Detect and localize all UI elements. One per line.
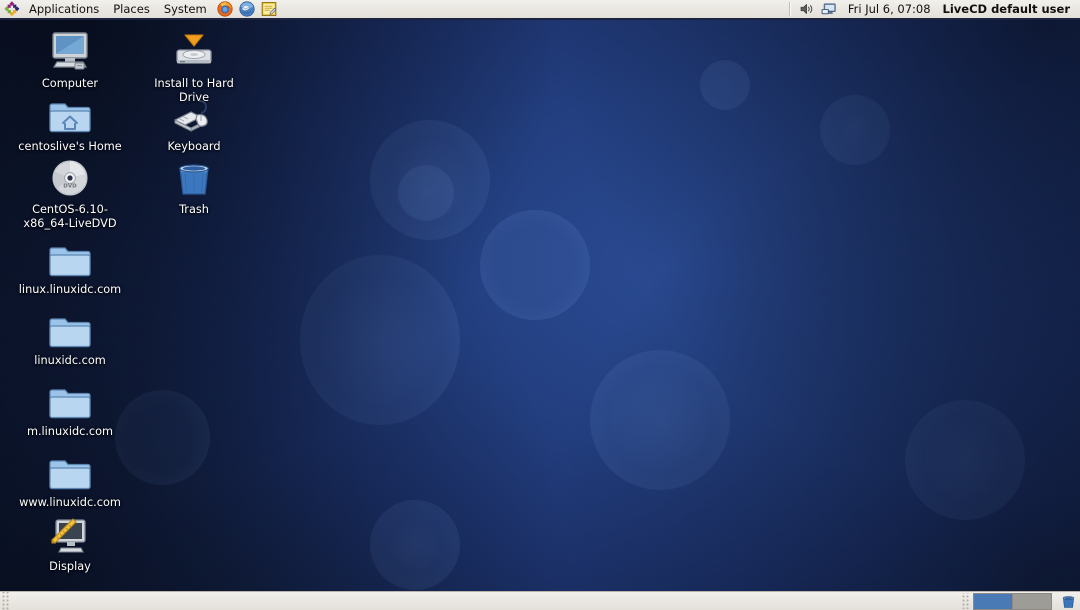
top-panel: Applications Places System Fri Jul 6, 07… (0, 0, 1080, 20)
desktop-icon-layer[interactable]: Computer Install to Hard Drive centosliv… (0, 20, 1080, 592)
desktop-icon-label: CentOS-6.10-x86_64-LiveDVD (23, 203, 117, 230)
display-settings-icon (18, 511, 122, 557)
computer-icon (18, 28, 122, 74)
desktop-icon-label: linux.linuxidc.com (18, 283, 122, 296)
workspace-1[interactable] (974, 593, 1012, 609)
folder-icon (18, 305, 122, 351)
centos-logo-icon[interactable] (3, 1, 21, 17)
desktop-icon-label: www.linuxidc.com (19, 496, 121, 509)
bottom-panel (0, 591, 1080, 610)
desktop-icon-home[interactable]: centoslive's Home (18, 91, 122, 154)
folder-icon (18, 376, 122, 422)
panel-separator (788, 2, 791, 16)
desktop-icon-label: centoslive's Home (18, 140, 122, 153)
trash-icon (142, 154, 246, 200)
clock[interactable]: Fri Jul 6, 07:08 (840, 0, 939, 18)
text-editor-icon[interactable] (259, 0, 279, 18)
firefox-icon[interactable] (215, 0, 235, 18)
desktop-icon-folder-linux-linuxidc[interactable]: linux.linuxidc.com (18, 234, 122, 297)
menu-system[interactable]: System (157, 0, 214, 18)
desktop-icon-keyboard[interactable]: Keyboard (142, 91, 246, 154)
top-panel-right: Fri Jul 6, 07:08 LiveCD default user (787, 0, 1080, 18)
keyboard-icon (142, 91, 246, 137)
workspace-2[interactable] (1013, 593, 1051, 609)
desktop-icon-label: Computer (41, 77, 99, 90)
desktop-icon-computer[interactable]: Computer (18, 28, 122, 91)
trash-applet-icon[interactable] (1059, 593, 1077, 609)
folder-icon (18, 447, 122, 493)
desktop-icon-label: Keyboard (167, 140, 221, 153)
panel-drag-grip-icon[interactable] (1, 592, 10, 610)
workspace-switcher[interactable] (973, 592, 1052, 610)
desktop-icon-label: Trash (179, 203, 209, 216)
desktop-icon-folder-m-linuxidc[interactable]: m.linuxidc.com (18, 376, 122, 439)
desktop-icon-folder-www-linuxidc[interactable]: www.linuxidc.com (18, 447, 122, 510)
dvd-disc-icon: DVD (18, 154, 122, 200)
evolution-mail-icon[interactable] (237, 0, 257, 18)
desktop-icon-folder-linuxidc[interactable]: linuxidc.com (18, 305, 122, 368)
network-monitor-icon[interactable] (820, 0, 838, 18)
volume-speaker-icon[interactable] (798, 0, 816, 18)
folder-icon (18, 234, 122, 280)
install-harddrive-icon (142, 28, 246, 74)
home-folder-icon (18, 91, 122, 137)
desktop-icon-label: linuxidc.com (34, 354, 106, 367)
bottom-panel-right (961, 592, 1080, 610)
desktop-icon-label: m.linuxidc.com (26, 425, 114, 438)
desktop-screen: Applications Places System Fri Jul 6, 07… (0, 0, 1080, 610)
top-panel-left: Applications Places System (0, 0, 280, 18)
desktop-icon-livedvd[interactable]: DVD CentOS-6.10-x86_64-LiveDVD (18, 154, 122, 230)
menu-applications[interactable]: Applications (22, 0, 106, 18)
svg-text:DVD: DVD (63, 184, 77, 190)
desktop-icon-display[interactable]: Display (18, 511, 122, 574)
user-menu[interactable]: LiveCD default user (939, 0, 1076, 18)
desktop-icon-label: Display (49, 560, 91, 573)
desktop-icon-trash[interactable]: Trash (142, 154, 246, 217)
menu-places[interactable]: Places (106, 0, 157, 18)
workspace-switcher-grip-icon[interactable] (961, 593, 969, 609)
